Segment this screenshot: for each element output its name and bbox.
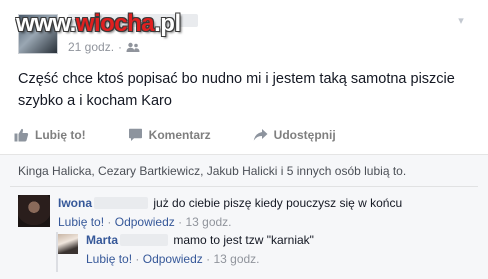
comment-text: już do ciebie piszę kiedy pouczysz się w…: [153, 196, 403, 210]
likes-text[interactable]: Kinga Halicka, Cezary Bartkiewicz, Jakub…: [18, 164, 406, 178]
redacted-surname: [120, 234, 169, 246]
comment-body: Iwona już do ciebie piszę kiedy pouczysz…: [58, 195, 478, 231]
like-label: Lubię to!: [35, 128, 86, 142]
separator: ·: [107, 215, 115, 229]
share-label: Udostępnij: [273, 128, 336, 142]
share-icon: [253, 129, 268, 141]
thumbs-up-icon: [14, 128, 29, 142]
reply-text: mamo to jest tzw "karniak": [173, 233, 314, 247]
post-body: Część chce ktoś popisać bo nudno mi i je…: [18, 68, 478, 112]
reply-line: Marta mamo to jest tzw "karniak": [86, 232, 476, 248]
friends-icon[interactable]: [126, 42, 140, 52]
reply-time[interactable]: 13 godz.: [213, 252, 259, 266]
likes-summary: Kinga Halicka, Cezary Bartkiewicz, Jakub…: [0, 155, 488, 185]
post-timestamp[interactable]: 21 godz.: [68, 40, 114, 54]
commenter-name[interactable]: Iwona: [58, 196, 92, 210]
comment-button[interactable]: Komentarz: [128, 128, 211, 142]
comments-divider: [10, 186, 478, 187]
replier-name[interactable]: Marta: [86, 233, 118, 247]
facebook-post: ▾ 21 godz. · www.wiocha.pl Część chce kt…: [0, 0, 488, 279]
post-text-line: szybko a i kocham Karo: [18, 93, 172, 109]
replier-avatar[interactable]: [58, 234, 78, 254]
post-header: ▾ 21 godz. · www.wiocha.pl: [14, 8, 474, 58]
comment-time[interactable]: 13 godz.: [185, 215, 231, 229]
post-text-line: Część chce ktoś popisać bo nudno mi i je…: [18, 71, 455, 87]
reply-body: Marta mamo to jest tzw "karniak" Lubię t…: [86, 232, 476, 268]
comment-label: Komentarz: [148, 128, 211, 142]
redacted-surname: [94, 197, 149, 209]
chevron-down-icon[interactable]: ▾: [454, 14, 468, 28]
reply-reply-link[interactable]: Odpowiedz: [143, 252, 203, 266]
meta-separator: ·: [118, 40, 123, 54]
commenter-avatar[interactable]: [18, 195, 50, 227]
comment-icon: [128, 128, 142, 141]
comment-line: Iwona już do ciebie piszę kiedy pouczysz…: [58, 195, 478, 211]
post-actions: Lubię to! Komentarz Udostępnij: [14, 122, 474, 148]
comment-like-link[interactable]: Lubię to!: [58, 215, 104, 229]
separator: ·: [135, 252, 143, 266]
share-button[interactable]: Udostępnij: [253, 128, 336, 142]
post-meta: 21 godz. ·: [68, 40, 140, 54]
reply-actions: Lubię to! · Odpowiedz · 13 godz.: [86, 250, 476, 268]
like-button[interactable]: Lubię to!: [14, 128, 86, 142]
comment-reply-link[interactable]: Odpowiedz: [115, 215, 175, 229]
site-watermark: www.wiocha.pl: [16, 10, 181, 37]
replies-section: Marta mamo to jest tzw "karniak" Lubię t…: [56, 228, 488, 279]
reply-like-link[interactable]: Lubię to!: [86, 252, 132, 266]
